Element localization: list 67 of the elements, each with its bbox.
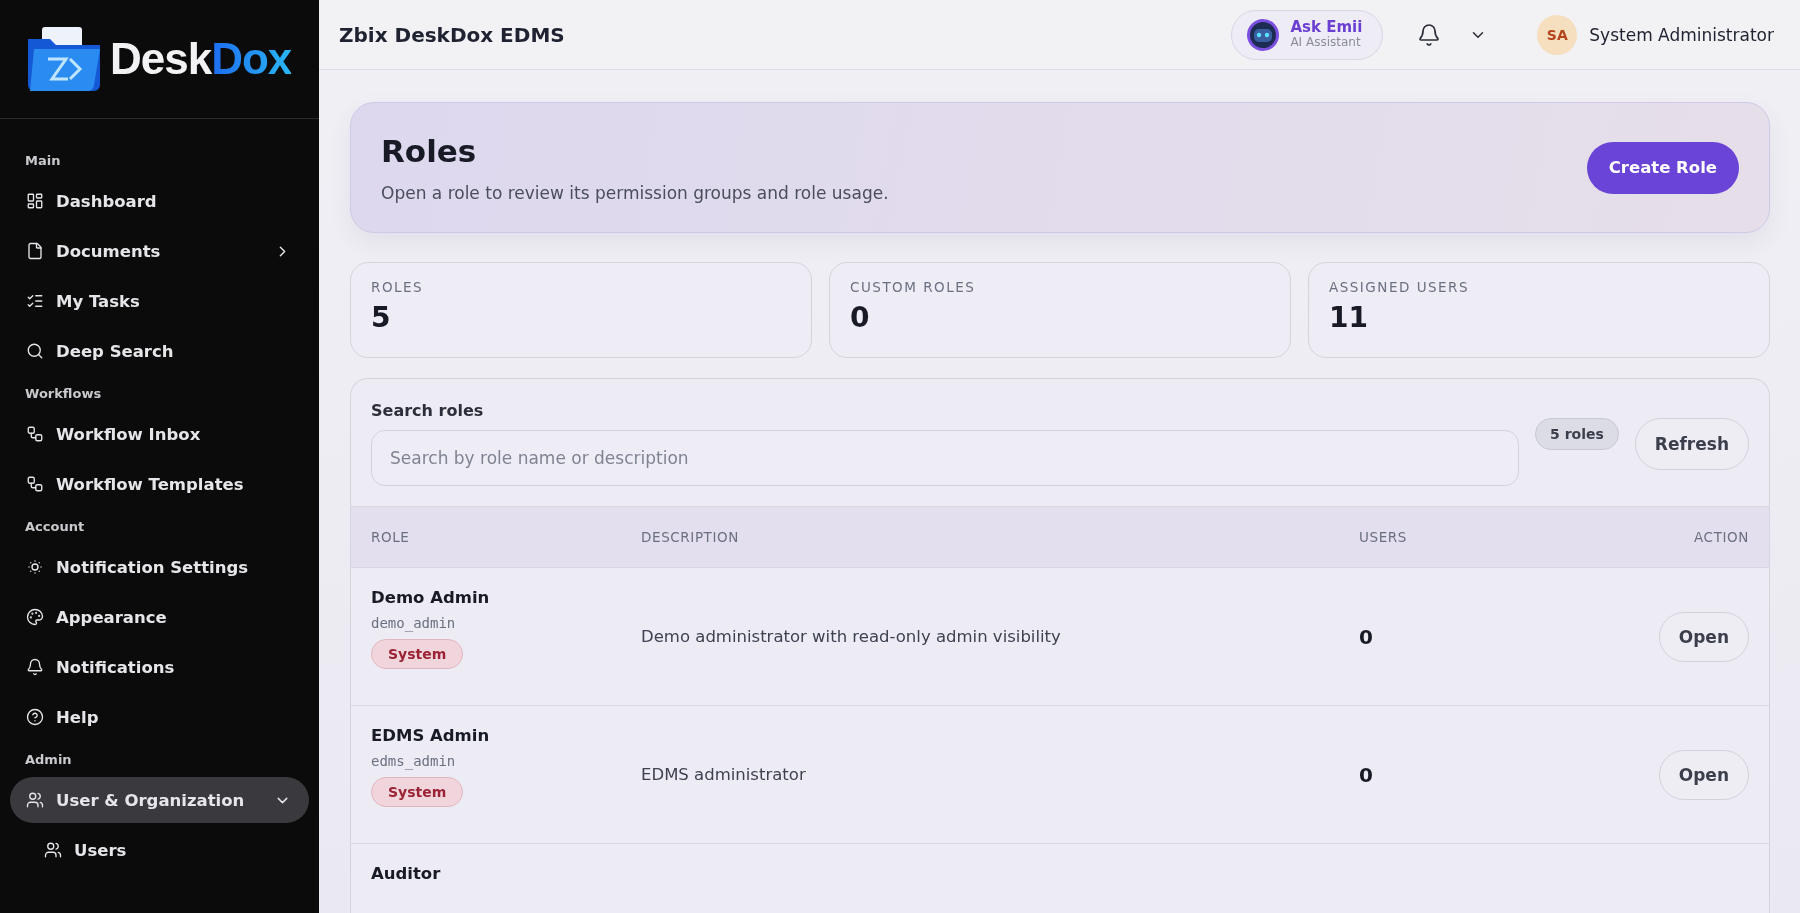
app-title: Zbix DeskDox EDMS (339, 22, 566, 47)
role-name: Auditor (371, 864, 441, 883)
sun-icon (26, 558, 44, 576)
sidebar-item[interactable]: Deep Search (10, 328, 309, 374)
sidebar-item[interactable]: User & Organization (10, 777, 309, 823)
sidebar-item[interactable]: Notifications (10, 644, 309, 690)
role-description: Demo administrator with read-only admin visibility (641, 627, 1061, 646)
assistant-name: Ask Emii (1290, 20, 1363, 37)
sidebar-item[interactable]: Dashboard (10, 178, 309, 224)
refresh-button[interactable]: Refresh (1634, 417, 1749, 470)
stat-value: 5 (371, 301, 392, 334)
user-avatar[interactable]: SA (1537, 14, 1578, 55)
search-icon (26, 342, 44, 360)
assistant-subtitle: AI Assistant (1290, 36, 1361, 49)
role-code: edms_admin (371, 753, 456, 769)
file-icon (26, 242, 44, 260)
user-count: 0 (1359, 624, 1373, 649)
bell-icon[interactable] (1417, 22, 1442, 47)
column-header: ACTION (1693, 529, 1749, 545)
role-name: Demo Admin (371, 588, 490, 607)
workflow-icon (26, 475, 44, 493)
sidebar-item[interactable]: Appearance (10, 594, 309, 640)
stat-label: ASSIGNED USERS (1329, 279, 1471, 295)
create-role-button[interactable]: Create Role (1586, 141, 1739, 194)
page-title: Roles (381, 132, 478, 169)
sidebar-item[interactable]: Users (10, 827, 309, 873)
sidebar-item[interactable]: Help (10, 694, 309, 740)
users-icon (44, 841, 62, 859)
workflow-icon (26, 425, 44, 443)
role-count: 5 roles (1535, 417, 1619, 450)
help-icon (26, 708, 44, 726)
user-count: 0 (1359, 762, 1373, 787)
stat-label: CUSTOM ROLES (850, 279, 977, 295)
search-field[interactable]: Search by role name or description (371, 430, 1520, 486)
sidebar-item[interactable]: Documents (10, 228, 309, 274)
sidebar-item[interactable]: Workflow Templates (10, 461, 309, 507)
bell-icon (26, 658, 44, 676)
user-name: System Administrator (1589, 24, 1774, 45)
sidebar-item[interactable]: Notification Settings (10, 544, 309, 590)
column-header: DESCRIPTION (641, 529, 740, 545)
system-tag: System (371, 639, 464, 669)
column-header: ROLE (371, 529, 411, 545)
section-label: Account (24, 518, 86, 536)
system-tag: System (371, 777, 464, 807)
sidebar-item[interactable]: My Tasks (10, 278, 309, 324)
open-button[interactable]: Open (1658, 749, 1749, 800)
search-label: Search roles (371, 401, 485, 420)
section-label: Admin (24, 751, 73, 769)
page-subtitle: Open a role to review its permission groups and role usage. (381, 182, 889, 203)
logo-text: DeskDox (110, 34, 292, 84)
role-name: EDMS Admin (371, 726, 490, 745)
users-icon (26, 791, 44, 809)
sidebar-item[interactable]: Workflow Inbox (10, 411, 309, 457)
stat-label: ROLES (371, 279, 425, 295)
column-header: USERS (1359, 529, 1408, 545)
assistant-button[interactable]: Ask Emii AI Assistant (1231, 9, 1384, 60)
dashboard-icon (26, 192, 44, 210)
open-button[interactable]: Open (1658, 611, 1749, 662)
stat-value: 11 (1329, 301, 1369, 334)
section-label: Workflows (24, 385, 103, 403)
role-description: EDMS administrator (641, 765, 806, 784)
stat-value: 0 (850, 301, 871, 334)
checklist-icon (26, 292, 44, 310)
section-label: Main (24, 152, 62, 170)
role-code: demo_admin (371, 615, 456, 631)
palette-icon (26, 608, 44, 626)
robot-avatar-icon (1246, 17, 1281, 52)
